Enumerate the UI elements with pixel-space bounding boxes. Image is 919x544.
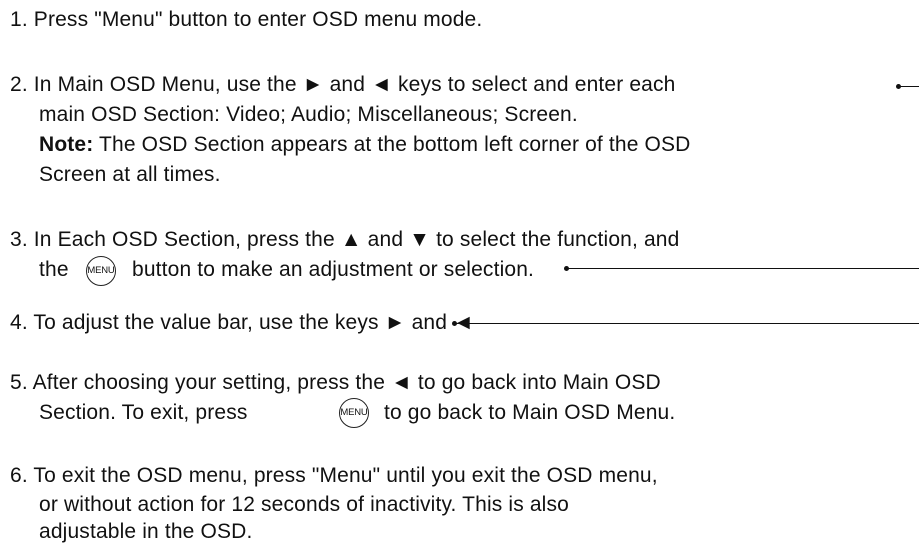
menu-button-icon: MENU bbox=[339, 398, 369, 428]
step-1-text: 1. Press "Menu" button to enter OSD menu… bbox=[10, 8, 483, 31]
step-3-line-2a: the bbox=[39, 258, 69, 281]
step-2-line-4: Screen at all times. bbox=[39, 163, 221, 186]
note-text: The OSD Section appears at the bottom le… bbox=[93, 133, 691, 156]
menu-button-icon: MENU bbox=[86, 256, 116, 286]
step-2-line-2: main OSD Section: Video; Audio; Miscella… bbox=[39, 103, 578, 126]
step-2-line-1: 2. In Main OSD Menu, use the ► and ◄ key… bbox=[10, 73, 676, 96]
step-6-line-3: adjustable in the OSD. bbox=[39, 520, 253, 543]
menu-button-label: MENU bbox=[340, 407, 368, 418]
step-3-line-2b: button to make an adjustment or selectio… bbox=[132, 258, 535, 281]
step-3-line-1: 3. In Each OSD Section, press the ▲ and … bbox=[10, 228, 680, 251]
step-5-line-2a: Section. To exit, press bbox=[39, 401, 248, 424]
step-5-line-2b: to go back to Main OSD Menu. bbox=[384, 401, 676, 424]
step-2-note-line: Note: The OSD Section appears at the bot… bbox=[39, 132, 691, 157]
step-6-line-2: or without action for 12 seconds of inac… bbox=[39, 493, 569, 516]
note-label: Note: bbox=[39, 133, 94, 156]
step-5-line-1: 5. After choosing your setting, press th… bbox=[10, 371, 661, 394]
step-4-text: 4. To adjust the value bar, use the keys… bbox=[10, 311, 474, 334]
step-6-line-1: 6. To exit the OSD menu, press "Menu" un… bbox=[10, 464, 658, 487]
menu-button-label: MENU bbox=[87, 265, 115, 276]
